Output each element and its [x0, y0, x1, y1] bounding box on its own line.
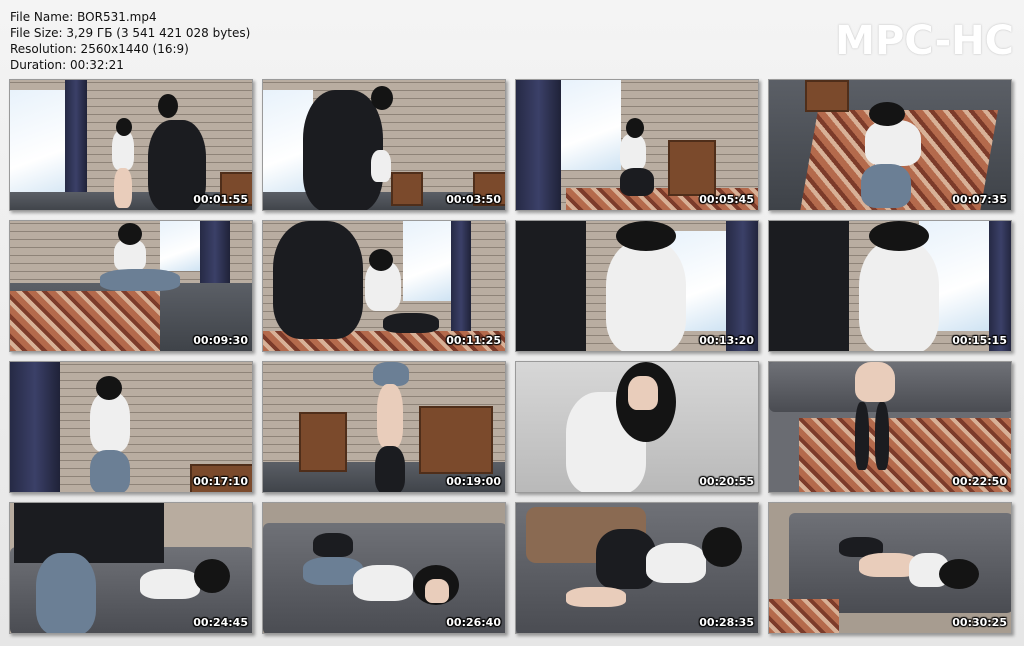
thumbnail[interactable]: 00:11:25	[262, 220, 506, 352]
timestamp: 00:05:45	[699, 193, 754, 206]
timestamp: 00:11:25	[446, 334, 501, 347]
thumbnail[interactable]: 00:30:25	[768, 502, 1012, 634]
timestamp: 00:07:35	[952, 193, 1007, 206]
thumbnail[interactable]: 00:09:30	[9, 220, 253, 352]
timestamp: 00:20:55	[699, 475, 754, 488]
thumbnail[interactable]: 00:28:35	[515, 502, 759, 634]
thumbnail-image	[516, 221, 758, 351]
resolution: Resolution: 2560x1440 (16:9)	[10, 42, 189, 56]
thumbnail[interactable]: 00:05:45	[515, 79, 759, 211]
thumbnail[interactable]: 00:01:55	[9, 79, 253, 211]
thumbnail[interactable]: 00:22:50	[768, 361, 1012, 493]
file-info-panel: File Name: BOR531.mp4 File Size: 3,29 ГБ…	[10, 9, 250, 73]
timestamp: 00:03:50	[446, 193, 501, 206]
thumbnail-image	[769, 503, 1011, 633]
thumbnail-image	[263, 80, 505, 210]
timestamp: 00:24:45	[193, 616, 248, 629]
thumbnail[interactable]: 00:03:50	[262, 79, 506, 211]
timestamp: 00:01:55	[193, 193, 248, 206]
thumbnail-image	[263, 221, 505, 351]
thumbnail-image	[263, 362, 505, 492]
thumbnail-grid: 00:01:55 00:03:50 00:05:45 00:07:35 00:0…	[9, 79, 1015, 641]
thumbnail[interactable]: 00:15:15	[768, 220, 1012, 352]
thumbnail[interactable]: 00:19:00	[262, 361, 506, 493]
thumbnail[interactable]: 00:24:45	[9, 502, 253, 634]
file-size: File Size: 3,29 ГБ (3 541 421 028 bytes)	[10, 26, 251, 40]
thumbnail-image	[10, 503, 252, 633]
timestamp: 00:22:50	[952, 475, 1007, 488]
thumbnail[interactable]: 00:07:35	[768, 79, 1012, 211]
thumbnail-image	[263, 503, 505, 633]
thumbnail-image	[516, 362, 758, 492]
thumbnail-image	[769, 221, 1011, 351]
thumbnail-image	[10, 221, 252, 351]
timestamp: 00:09:30	[193, 334, 248, 347]
brand-logo: MPC-HC	[835, 18, 1014, 64]
timestamp: 00:13:20	[699, 334, 754, 347]
timestamp: 00:28:35	[699, 616, 754, 629]
timestamp: 00:15:15	[952, 334, 1007, 347]
thumbnail[interactable]: 00:13:20	[515, 220, 759, 352]
timestamp: 00:17:10	[193, 475, 248, 488]
thumbnail[interactable]: 00:17:10	[9, 361, 253, 493]
thumbnail-image	[769, 80, 1011, 210]
thumbnail[interactable]: 00:20:55	[515, 361, 759, 493]
thumbnail-image	[10, 80, 252, 210]
thumbnail-image	[10, 362, 252, 492]
thumbnail-image	[516, 503, 758, 633]
timestamp: 00:30:25	[952, 616, 1007, 629]
thumbnail-image	[769, 362, 1011, 492]
file-name: File Name: BOR531.mp4	[10, 10, 157, 24]
thumbnail-image	[516, 80, 758, 210]
thumbnail[interactable]: 00:26:40	[262, 502, 506, 634]
duration: Duration: 00:32:21	[10, 58, 124, 72]
timestamp: 00:19:00	[446, 475, 501, 488]
timestamp: 00:26:40	[446, 616, 501, 629]
